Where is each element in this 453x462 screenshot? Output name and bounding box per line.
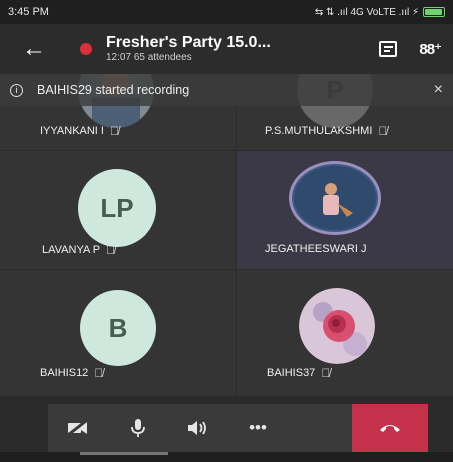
meeting-duration: 12:07 [106, 52, 132, 64]
participant-avatar: LP [78, 169, 156, 247]
recording-indicator-icon [80, 43, 92, 55]
meeting-title: Fresher's Party 15.0... [106, 34, 271, 52]
mic-button[interactable] [108, 404, 168, 452]
call-controls: ••• [48, 404, 428, 452]
participant-name: LAVANYA P 🎙̸ [42, 243, 116, 257]
participant-avatar: B [80, 290, 156, 366]
mic-off-icon: 🎙̸ [109, 124, 119, 138]
network-indicators: ⇆ ⇅ .ııl 4G VoLTE .ııl ⚡ [314, 6, 419, 18]
meeting-title-block[interactable]: Fresher's Party 15.0... 12:07 65 attende… [106, 34, 271, 64]
participant-tile[interactable]: B BAIHIS12 🎙̸ [0, 270, 236, 396]
mic-off-icon: 🎙̸ [321, 366, 331, 380]
mic-off-icon: 🎙̸ [378, 124, 388, 138]
video-off-button[interactable] [48, 404, 108, 452]
arrow-left-icon[interactable]: ← [12, 35, 56, 63]
speaker-button[interactable] [168, 404, 228, 452]
more-options-button[interactable]: ••• [228, 404, 288, 452]
header-actions: 88⁺ [379, 40, 442, 58]
hang-up-button[interactable] [352, 404, 428, 452]
participant-name: BAIHIS12 🎙̸ [40, 366, 104, 380]
close-icon[interactable]: × [434, 81, 443, 99]
mic-off-icon: 🎙̸ [94, 366, 104, 380]
participant-name: BAIHIS37 🎙̸ [267, 366, 331, 380]
participant-tile[interactable]: LP LAVANYA P 🎙̸ [0, 151, 236, 269]
participant-tile[interactable]: BAIHIS37 🎙̸ [237, 270, 453, 396]
mic-icon [131, 419, 145, 437]
mic-off-icon: 🎙̸ [106, 243, 116, 257]
participant-name: JEGATHEESWARI J [265, 243, 367, 255]
participant-name: IYYANKANI I 🎙̸ [40, 124, 119, 138]
info-icon: i [10, 83, 23, 97]
add-people-icon[interactable]: 88⁺ [419, 40, 442, 58]
nav-strip [0, 452, 453, 462]
meeting-header: ← Fresher's Party 15.0... 12:07 65 atten… [0, 24, 453, 74]
participant-photo [299, 288, 375, 364]
speaker-icon [188, 421, 206, 435]
status-indicators: ⇆ ⇅ .ııl 4G VoLTE .ııl ⚡ [315, 7, 445, 18]
recording-banner: i BAIHIS29 started recording × [0, 74, 453, 106]
attendee-count: 65 attendees [133, 52, 192, 64]
recording-banner-text: BAIHIS29 started recording [37, 83, 190, 97]
hang-up-icon [380, 425, 400, 432]
status-time: 3:45 PM [8, 6, 49, 18]
meeting-subtitle: 12:07 65 attendees [106, 52, 271, 64]
participant-photo [289, 161, 381, 235]
chat-icon[interactable] [379, 41, 398, 57]
participant-tile-active[interactable]: JEGATHEESWARI J [237, 151, 453, 269]
battery-icon [423, 7, 445, 17]
participant-name: P.S.MUTHULAKSHMI 🎙̸ [265, 124, 388, 138]
participant-grid: IYYANKANI I 🎙̸ P P.S.MUTHULAKSHMI 🎙̸ LP … [0, 74, 453, 404]
status-bar: 3:45 PM ⇆ ⇅ .ııl 4G VoLTE .ııl ⚡ [0, 0, 453, 24]
video-off-icon [67, 420, 87, 436]
